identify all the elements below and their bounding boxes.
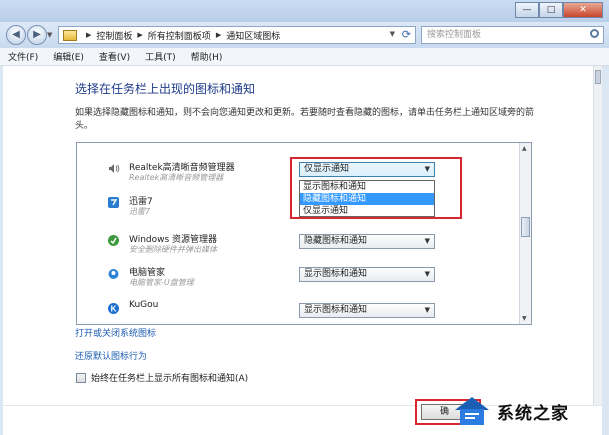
annotation-highlight-box — [290, 157, 462, 219]
breadcrumb-control-panel[interactable]: 控制面板 — [96, 29, 132, 42]
back-button[interactable]: ◀ — [6, 25, 26, 45]
chevron-down-icon: ▼ — [424, 237, 430, 245]
behavior-select-explorer[interactable]: 隐藏图标和通知 ▼ — [299, 234, 435, 249]
page-scrollbar-thumb[interactable] — [595, 70, 601, 84]
menu-edit[interactable]: 编辑(E) — [53, 50, 84, 63]
address-dropdown-icon[interactable]: ▼ — [390, 30, 395, 38]
list-scrollbar-thumb[interactable] — [521, 217, 530, 237]
item-subtitle: Realtek高清晰音频管理器 — [129, 173, 224, 182]
menu-view[interactable]: 查看(V) — [99, 50, 130, 63]
page-title: 选择在任务栏上出现的图标和通知 — [75, 82, 256, 96]
scroll-up-icon[interactable]: ▲ — [522, 145, 527, 152]
menu-bar: 文件(F) 编辑(E) 查看(V) 工具(T) 帮助(H) — [0, 48, 609, 66]
usb-icon — [108, 235, 119, 246]
list-scrollbar[interactable]: ▲ ▼ — [519, 143, 531, 324]
menu-file[interactable]: 文件(F) — [8, 50, 38, 63]
select-value: 显示图标和通知 — [304, 305, 368, 315]
select-value: 显示图标和通知 — [304, 269, 368, 279]
recent-pages-chevron-icon[interactable]: ▼ — [47, 31, 52, 39]
page-scrollbar[interactable] — [593, 66, 602, 406]
chevron-down-icon: ▼ — [424, 270, 430, 278]
shield-icon — [108, 269, 119, 279]
item-subtitle: 电脑管家-U盘管理 — [129, 278, 194, 287]
watermark-text: 系统之家 — [497, 403, 569, 424]
site-watermark: 系统之家 — [445, 387, 609, 435]
title-bar: — □ ✕ — [0, 0, 609, 22]
checkbox-box[interactable] — [76, 372, 86, 383]
search-icon[interactable] — [590, 29, 599, 38]
thunder-icon — [108, 197, 119, 208]
menu-tools[interactable]: 工具(T) — [145, 50, 176, 63]
select-value: 隐藏图标和通知 — [304, 236, 368, 246]
chevron-down-icon: ▼ — [424, 306, 430, 314]
minimize-button[interactable]: — — [515, 2, 539, 18]
behavior-select-kugou[interactable]: 显示图标和通知 ▼ — [299, 303, 435, 318]
search-placeholder: 搜索控制面板 — [427, 30, 482, 40]
svg-text:K: K — [111, 305, 117, 314]
scroll-down-icon[interactable]: ▼ — [522, 315, 527, 322]
address-bar[interactable]: ▶ 控制面板 ▶ 所有控制面板项 ▶ 通知区域图标 ▼ ⟳ — [58, 26, 416, 44]
close-button[interactable]: ✕ — [563, 2, 603, 18]
breadcrumb-notification-icons[interactable]: 通知区域图标 — [226, 29, 280, 42]
forward-button[interactable]: ▶ — [27, 25, 47, 45]
speaker-icon — [109, 164, 120, 173]
menu-help[interactable]: 帮助(H) — [191, 50, 223, 63]
navigation-bar: ◀ ▶ ▼ ▶ 控制面板 ▶ 所有控制面板项 ▶ 通知区域图标 ▼ ⟳ 搜索控制… — [0, 22, 609, 48]
breadcrumb-all-items[interactable]: 所有控制面板项 — [148, 29, 211, 42]
breadcrumb-separator-icon[interactable]: ▶ — [137, 31, 142, 39]
window-controls: — □ ✕ — [515, 2, 603, 18]
item-subtitle: 安全删除硬件并弹出媒体 — [129, 245, 217, 254]
search-input[interactable]: 搜索控制面板 — [421, 26, 604, 44]
always-show-all-checkbox[interactable]: 始终在任务栏上显示所有图标和通知(A) — [76, 371, 248, 384]
behavior-select-pc-manager[interactable]: 显示图标和通知 ▼ — [299, 267, 435, 282]
restore-defaults-link[interactable]: 还原默认图标行为 — [75, 349, 147, 362]
page-description: 如果选择隐藏图标和通知，则不会向您通知更改和更新。若要随时查看隐藏的图标，请单击… — [75, 108, 535, 131]
maximize-button[interactable]: □ — [539, 2, 563, 18]
content-pane: 选择在任务栏上出现的图标和通知 如果选择隐藏图标和通知，则不会向您通知更改和更新… — [3, 66, 602, 435]
refresh-icon[interactable]: ⟳ — [402, 28, 411, 41]
kugou-icon: K — [108, 303, 119, 314]
breadcrumb-separator-icon[interactable]: ▶ — [86, 31, 91, 39]
checkbox-label: 始终在任务栏上显示所有图标和通知(A) — [91, 374, 249, 384]
breadcrumb-separator-icon[interactable]: ▶ — [216, 31, 221, 39]
item-name: KuGou — [129, 300, 159, 310]
toggle-system-icons-link[interactable]: 打开或关闭系统图标 — [75, 326, 156, 339]
control-panel-icon — [63, 29, 77, 41]
house-logo-icon — [455, 397, 489, 425]
item-subtitle: 迅雷7 — [129, 207, 151, 216]
